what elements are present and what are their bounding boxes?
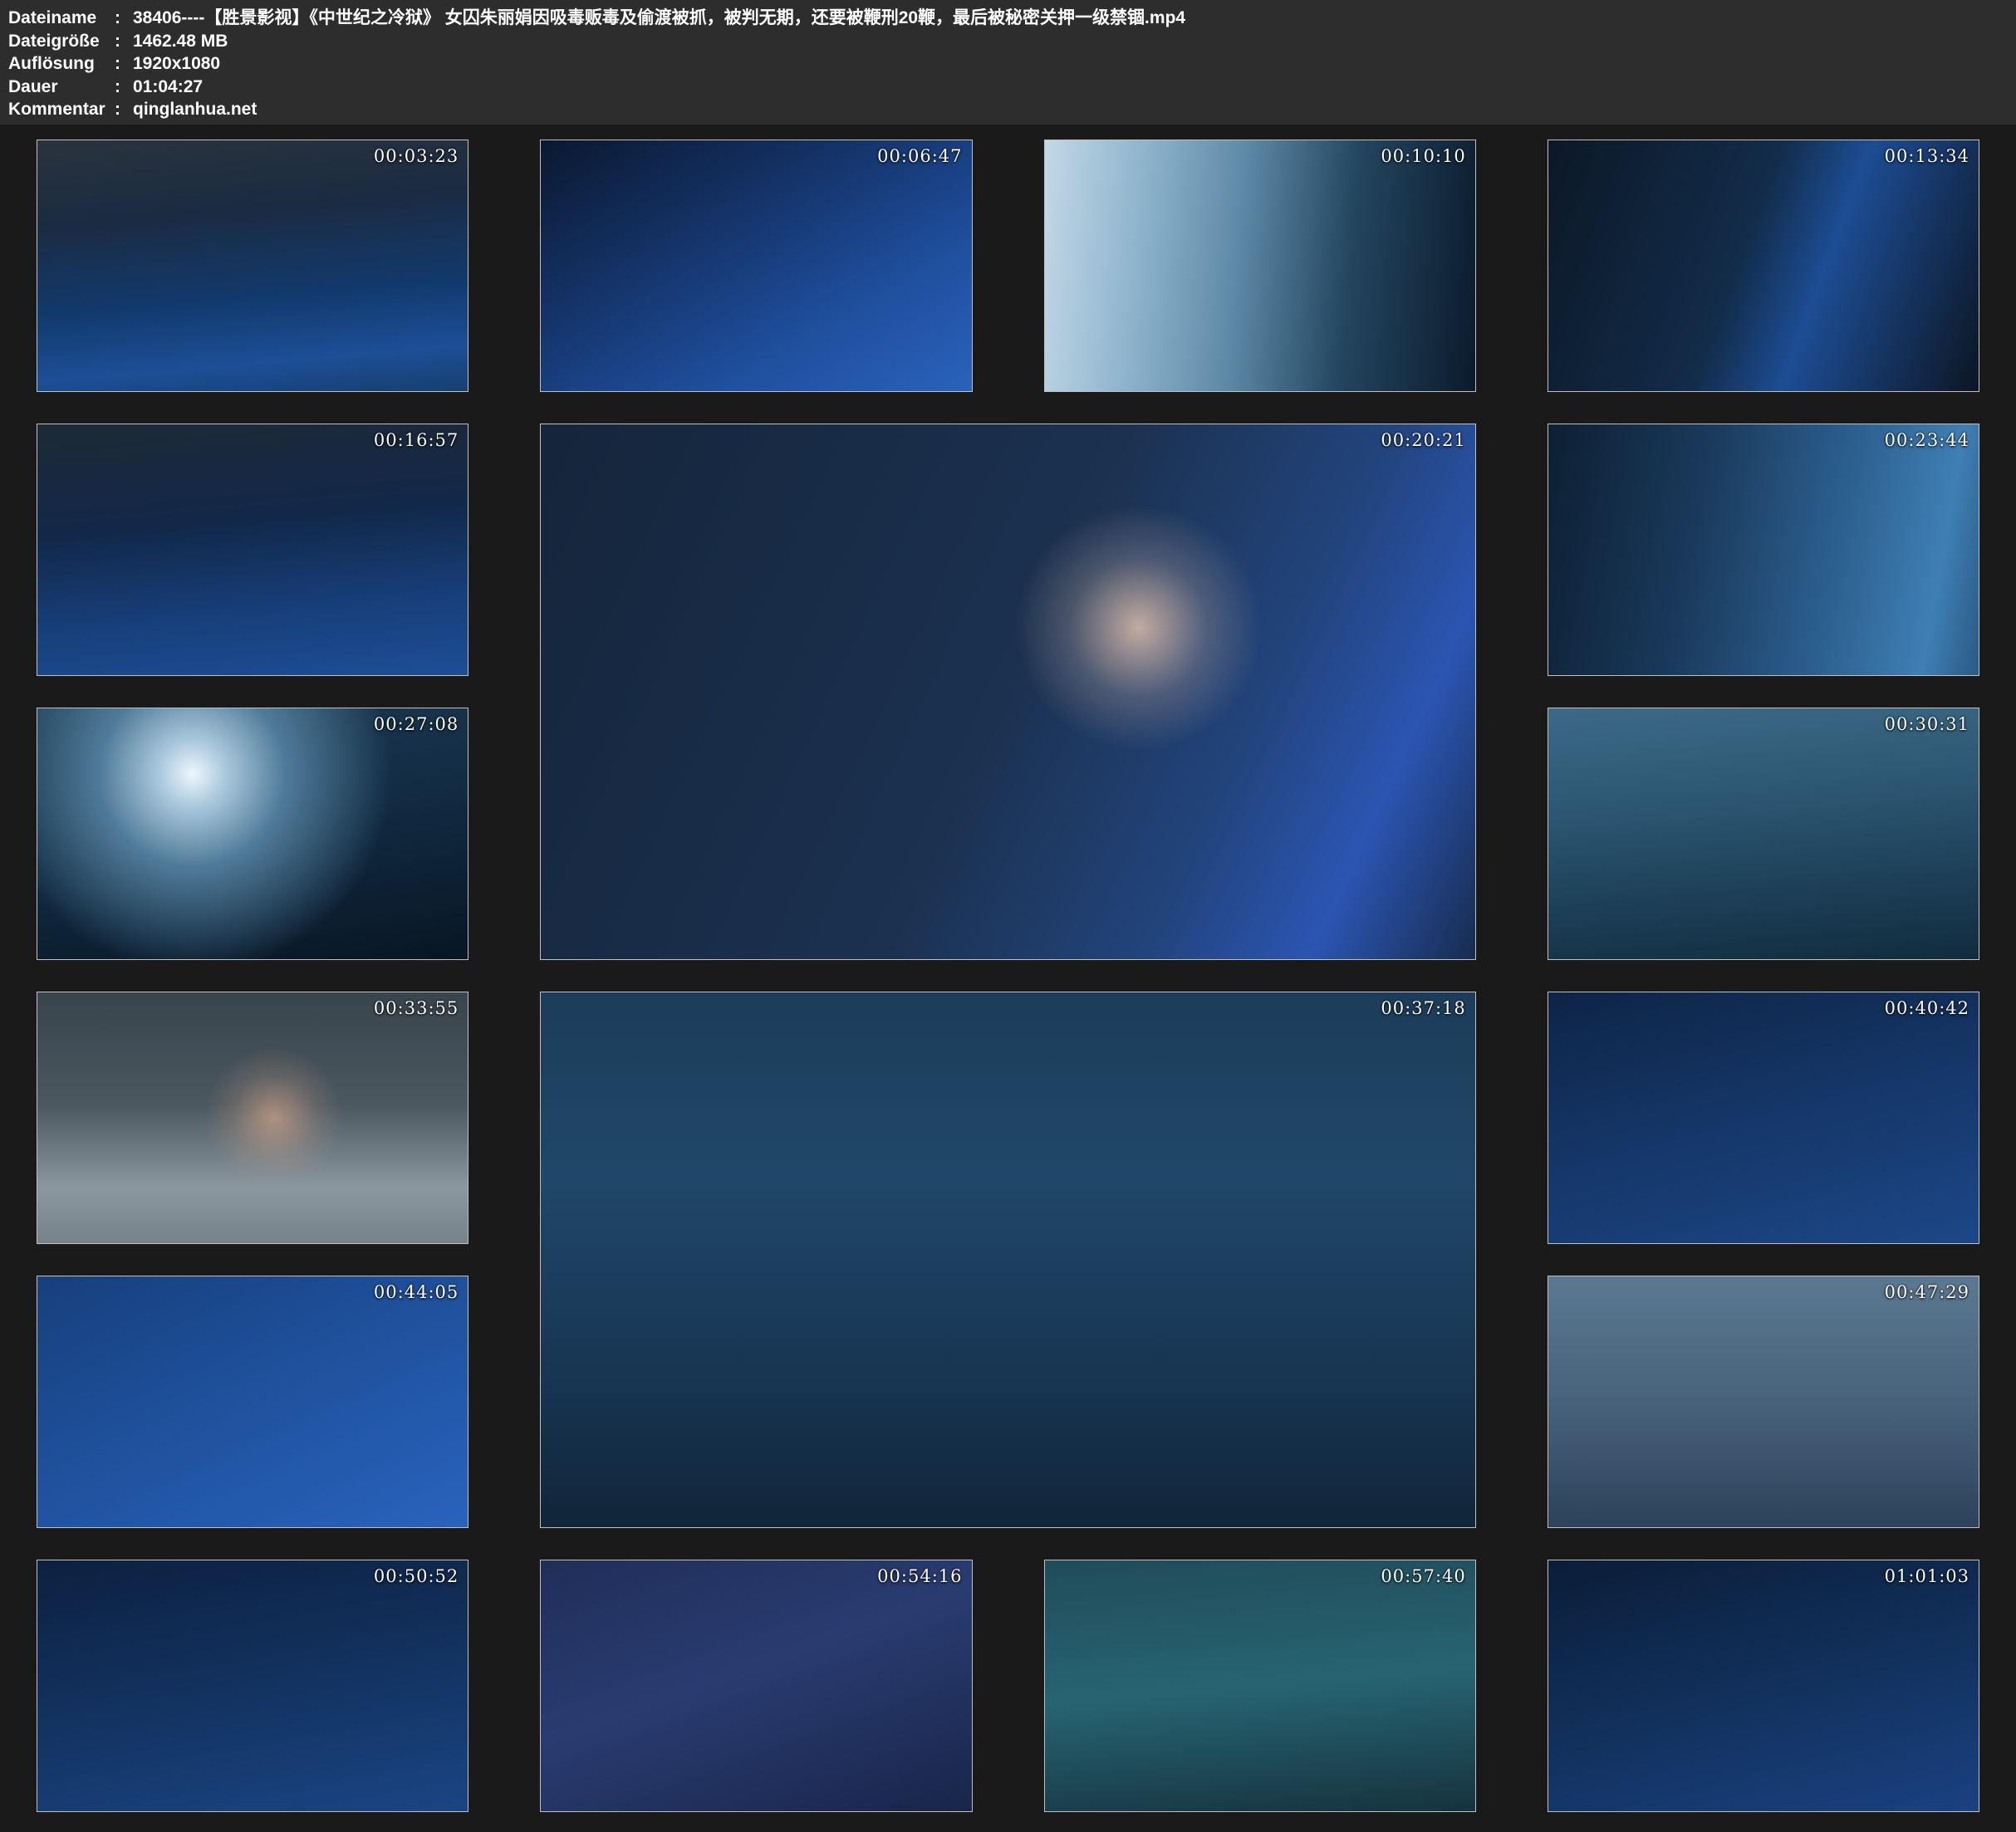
thumbnail-timestamp: 00:33:55 — [374, 998, 459, 1018]
thumbnail-timestamp: 01:01:03 — [1885, 1566, 1969, 1586]
thumbnail-timestamp: 00:50:52 — [374, 1566, 459, 1586]
video-thumbnail: 00:03:23 — [37, 140, 468, 392]
meta-label-duration: Dauer — [8, 76, 115, 99]
meta-separator: : — [115, 76, 133, 99]
video-thumbnail: 00:57:40 — [1044, 1560, 1476, 1812]
meta-value-duration: 01:04:27 — [133, 76, 2006, 99]
video-thumbnail: 00:23:44 — [1548, 424, 1979, 676]
video-thumbnail: 00:10:10 — [1044, 140, 1476, 392]
meta-row-resolution: Auflösung : 1920x1080 — [8, 52, 2006, 76]
file-metadata-header: Dateiname : 38406----【胜景影视】《中世纪之冷狱》 女囚朱丽… — [0, 0, 2016, 125]
thumbnail-timestamp: 00:54:16 — [877, 1566, 962, 1586]
meta-row-comment: Kommentar : qinglanhua.net — [8, 98, 2006, 121]
thumbnail-timestamp: 00:06:47 — [877, 146, 962, 166]
file-preview-sheet: Dateiname : 38406----【胜景影视】《中世纪之冷狱》 女囚朱丽… — [0, 0, 2016, 1832]
video-thumbnail-large: 00:20:21 — [540, 424, 1476, 960]
thumbnail-timestamp: 00:16:57 — [374, 430, 459, 450]
meta-separator: : — [115, 52, 133, 76]
video-thumbnail: 00:44:05 — [37, 1276, 468, 1528]
meta-separator: : — [115, 7, 133, 30]
meta-row-duration: Dauer : 01:04:27 — [8, 76, 2006, 99]
thumbnail-timestamp: 00:37:18 — [1381, 998, 1465, 1018]
thumbnail-timestamp: 00:23:44 — [1885, 430, 1969, 450]
meta-row-filesize: Dateigröße : 1462.48 MB — [8, 30, 2006, 53]
video-thumbnail: 00:27:08 — [37, 708, 468, 960]
thumbnail-timestamp: 00:13:34 — [1885, 146, 1969, 166]
thumbnail-timestamp: 00:03:23 — [374, 146, 459, 166]
meta-row-filename: Dateiname : 38406----【胜景影视】《中世纪之冷狱》 女囚朱丽… — [8, 7, 2006, 30]
meta-separator: : — [115, 98, 133, 121]
video-thumbnail: 01:01:03 — [1548, 1560, 1979, 1812]
thumbnail-timestamp: 00:47:29 — [1885, 1282, 1969, 1302]
video-thumbnail: 00:40:42 — [1548, 992, 1979, 1244]
thumbnail-grid: 00:03:23 00:06:47 00:10:10 00:13:34 00:1… — [0, 125, 2016, 1832]
video-thumbnail: 00:30:31 — [1548, 708, 1979, 960]
meta-label-resolution: Auflösung — [8, 52, 115, 76]
video-thumbnail: 00:50:52 — [37, 1560, 468, 1812]
meta-value-filename: 38406----【胜景影视】《中世纪之冷狱》 女囚朱丽娟因吸毒贩毒及偷渡被抓，… — [133, 7, 2006, 30]
meta-label-comment: Kommentar — [8, 98, 115, 121]
video-thumbnail: 00:13:34 — [1548, 140, 1979, 392]
meta-label-filesize: Dateigröße — [8, 30, 115, 53]
thumbnail-timestamp: 00:20:21 — [1381, 430, 1465, 450]
thumbnail-timestamp: 00:30:31 — [1885, 714, 1969, 734]
thumbnail-timestamp: 00:40:42 — [1885, 998, 1969, 1018]
video-thumbnail: 00:06:47 — [540, 140, 972, 392]
meta-value-filesize: 1462.48 MB — [133, 30, 2006, 53]
video-thumbnail: 00:54:16 — [540, 1560, 972, 1812]
video-thumbnail: 00:16:57 — [37, 424, 468, 676]
thumbnail-timestamp: 00:27:08 — [374, 714, 459, 734]
meta-value-resolution: 1920x1080 — [133, 52, 2006, 76]
video-thumbnail-large: 00:37:18 — [540, 992, 1476, 1528]
thumbnail-timestamp: 00:44:05 — [374, 1282, 459, 1302]
video-thumbnail: 00:33:55 — [37, 992, 468, 1244]
video-thumbnail: 00:47:29 — [1548, 1276, 1979, 1528]
meta-value-comment: qinglanhua.net — [133, 98, 2006, 121]
meta-separator: : — [115, 30, 133, 53]
meta-label-filename: Dateiname — [8, 7, 115, 30]
thumbnail-timestamp: 00:10:10 — [1381, 146, 1465, 166]
thumbnail-timestamp: 00:57:40 — [1381, 1566, 1465, 1586]
